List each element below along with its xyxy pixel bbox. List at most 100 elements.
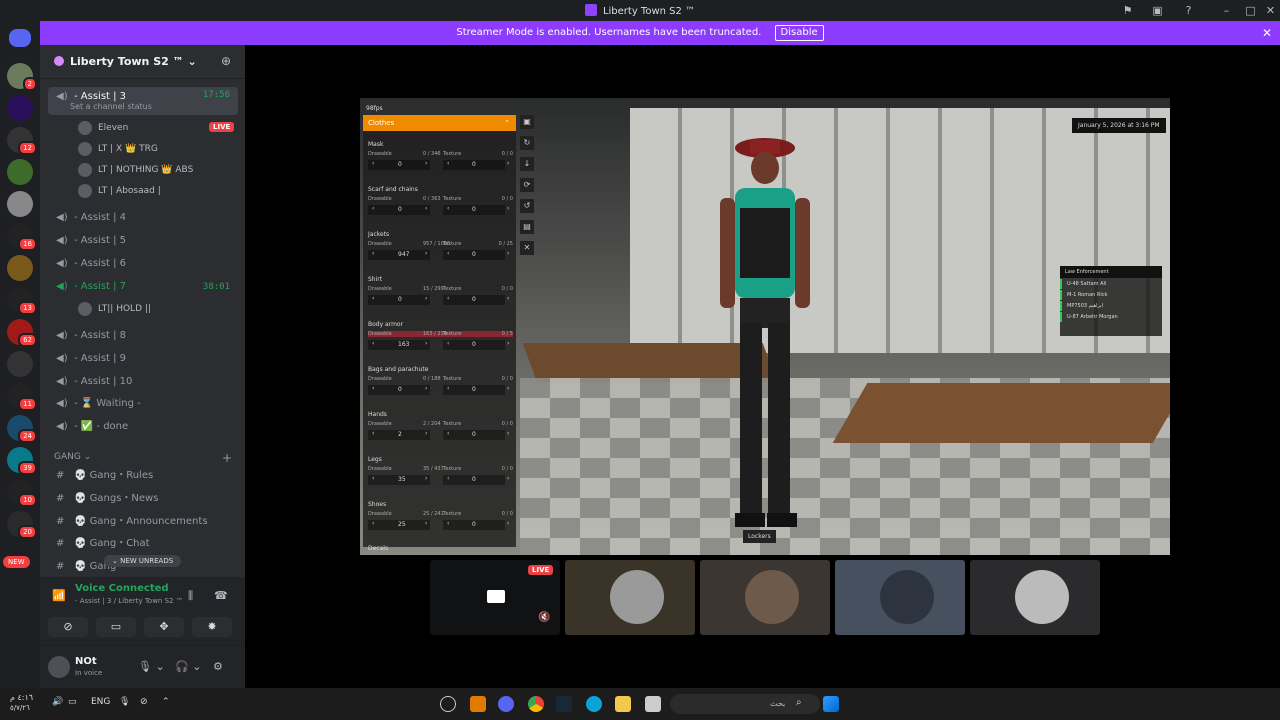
chevron-left-icon[interactable]: ‹ (372, 205, 374, 212)
chevron-right-icon[interactable]: › (507, 385, 509, 392)
channel-assist-5[interactable]: ◀) - Assist | 5 (48, 231, 238, 251)
server-icon[interactable]: 62 (7, 319, 37, 347)
menu-header[interactable]: Clothes ⌃ (363, 115, 516, 131)
channel-gang-announcements[interactable]: # 💀 Gang・Announcements (48, 512, 238, 532)
chevron-right-icon[interactable]: › (507, 340, 509, 347)
channel-gangs-news[interactable]: # 💀 Gangs・News (48, 489, 238, 509)
server-icon[interactable]: 2 (7, 63, 37, 91)
server-icon[interactable] (7, 159, 33, 185)
channel-assist-7[interactable]: ◀) - Assist | 7 38:01 (48, 277, 238, 297)
chevron-right-icon[interactable]: › (425, 340, 427, 347)
channel-assist-10[interactable]: ◀) - Assist | 10 (48, 372, 238, 392)
channel-status[interactable]: Set a channel status (70, 102, 152, 112)
chevron-right-icon[interactable]: › (425, 160, 427, 167)
download-icon[interactable]: ↓ (520, 157, 534, 171)
server-icon[interactable]: 10 (7, 479, 37, 507)
maximize-icon[interactable]: □ (1243, 3, 1258, 18)
undo-icon[interactable]: ↺ (520, 199, 534, 213)
channel-assist-3[interactable]: ◀) - Assist | 3 17:56 Set a channel statu… (48, 87, 238, 115)
chevron-left-icon[interactable]: ‹ (372, 160, 374, 167)
chevron-left-icon[interactable]: ‹ (447, 520, 449, 527)
chevron-left-icon[interactable]: ‹ (447, 340, 449, 347)
chevron-left-icon[interactable]: ‹ (372, 385, 374, 392)
clock-time[interactable]: ٤:١٦ م (10, 693, 33, 702)
voice-user[interactable]: LT | NOTHING 👑 ABS (78, 161, 193, 179)
minimize-icon[interactable]: – (1219, 3, 1234, 18)
file-explorer-icon[interactable] (615, 696, 631, 712)
display-icon[interactable]: ▭ (68, 697, 77, 707)
chevron-right-icon[interactable]: › (425, 295, 427, 302)
chevron-right-icon[interactable]: › (425, 250, 427, 257)
voice-user[interactable]: LT | X 👑 TRG (78, 140, 158, 158)
mic-icon[interactable]: 🎙 ⌄ (138, 660, 165, 673)
voice-user[interactable]: LT|| HOLD || (78, 300, 151, 318)
refresh-icon[interactable]: ⟳ (520, 178, 534, 192)
rotate-icon[interactable]: ↻ (520, 136, 534, 150)
server-icon[interactable] (7, 191, 33, 217)
chevron-left-icon[interactable]: ‹ (447, 385, 449, 392)
chevron-left-icon[interactable]: ‹ (447, 250, 449, 257)
chevron-up-icon[interactable]: ⌃ (162, 697, 170, 707)
mic-tray-icon[interactable]: 🎙 (119, 697, 130, 707)
new-unreads-button[interactable]: ⌄ NEW UNREADS (104, 555, 182, 567)
participant-tile[interactable] (565, 560, 695, 635)
chevron-left-icon[interactable]: ‹ (447, 475, 449, 482)
chevron-left-icon[interactable]: ‹ (372, 520, 374, 527)
chevron-right-icon[interactable]: › (425, 385, 427, 392)
channel-assist-4[interactable]: ◀) - Assist | 4 (48, 208, 238, 228)
start-icon[interactable] (823, 696, 839, 712)
edge-icon[interactable] (586, 696, 602, 712)
chevron-right-icon[interactable]: › (425, 430, 427, 437)
app-icon[interactable] (440, 696, 456, 712)
app-icon[interactable] (645, 696, 661, 712)
inbox-icon[interactable]: ▣ (1150, 3, 1165, 18)
chevron-right-icon[interactable]: › (507, 250, 509, 257)
flag-icon[interactable]: ⚑ (1120, 3, 1135, 18)
channel-assist-6[interactable]: ◀) - Assist | 6 (48, 254, 238, 274)
clock-date[interactable]: ٥/٧/٢٦ (10, 704, 30, 712)
camera-icon[interactable]: ▣ (520, 115, 534, 129)
participant-tile[interactable] (700, 560, 830, 635)
user-name[interactable]: NOt (75, 656, 97, 667)
server-header[interactable]: Liberty Town S2 ™ ⌄ ⊕ (40, 45, 245, 79)
channel-gang-chat[interactable]: # 💀 Gang・Chat (48, 534, 238, 554)
chevron-left-icon[interactable]: ‹ (372, 295, 374, 302)
save-icon[interactable]: ▤ (520, 220, 534, 234)
chevron-right-icon[interactable]: › (507, 430, 509, 437)
server-icon[interactable]: 12 (7, 127, 37, 155)
chevron-right-icon[interactable]: › (507, 205, 509, 212)
channel-done[interactable]: ◀) - ✅ - done (48, 417, 238, 437)
new-pill[interactable]: NEW (3, 556, 30, 568)
discord-taskbar-icon[interactable] (498, 696, 514, 712)
chevron-right-icon[interactable]: › (507, 475, 509, 482)
chevron-left-icon[interactable]: ‹ (372, 475, 374, 482)
signal-icon[interactable]: 📶 (52, 589, 66, 602)
chrome-icon[interactable] (528, 696, 544, 712)
voice-user[interactable]: Eleven (78, 119, 128, 137)
server-icon[interactable] (7, 351, 33, 377)
server-icon[interactable] (7, 95, 33, 121)
chevron-right-icon[interactable]: › (425, 520, 427, 527)
chevron-right-icon[interactable]: › (425, 205, 427, 212)
volume-icon[interactable]: 🔊 (52, 697, 63, 707)
chevron-left-icon[interactable]: ‹ (372, 340, 374, 347)
soundboard-button[interactable]: ✸ (192, 617, 232, 637)
activities-button[interactable]: ✥ (144, 617, 184, 637)
category-gang[interactable]: GANG ⌄ + (54, 451, 232, 465)
close-window-icon[interactable]: ✕ (1263, 3, 1278, 18)
chevron-left-icon[interactable]: ‹ (447, 430, 449, 437)
chevron-left-icon[interactable]: ‹ (372, 430, 374, 437)
steam-icon[interactable] (556, 696, 572, 712)
voice-channel-sub[interactable]: - Assist | 3 / Liberty Town S2 ™ (75, 597, 183, 605)
server-icon[interactable]: 24 (7, 415, 37, 443)
avatar[interactable] (48, 656, 70, 678)
chevron-right-icon[interactable]: › (507, 295, 509, 302)
server-icon[interactable]: 20 (7, 511, 37, 539)
close-banner-icon[interactable]: ✕ (1262, 21, 1272, 45)
close-icon[interactable]: ✕ (520, 241, 534, 255)
chevron-right-icon[interactable]: › (507, 520, 509, 527)
channel-assist-8[interactable]: ◀) - Assist | 8 (48, 326, 238, 346)
disconnect-icon[interactable]: ☎ (214, 589, 228, 602)
chevron-left-icon[interactable]: ‹ (447, 160, 449, 167)
participant-tile[interactable] (835, 560, 965, 635)
